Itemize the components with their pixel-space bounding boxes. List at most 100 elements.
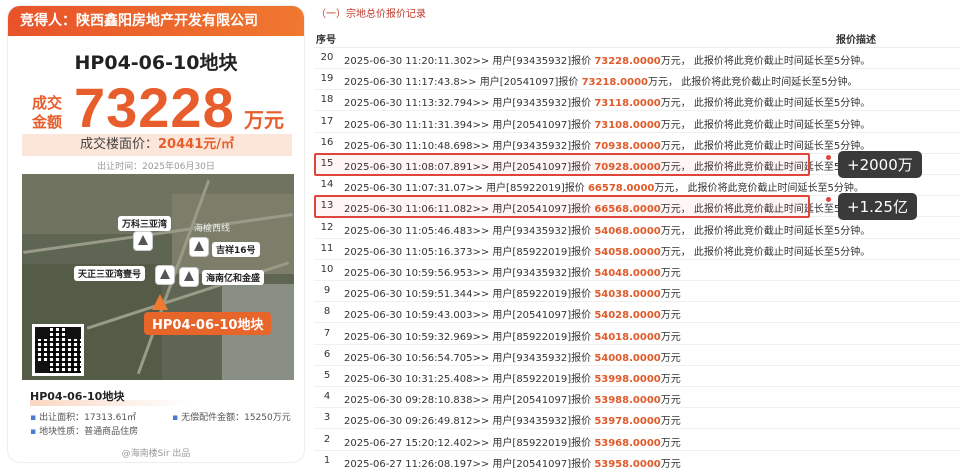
map-pin-icon xyxy=(134,232,152,250)
row-description: 2025-06-30 11:20:11.302>> 用户[93435932]报价… xyxy=(344,52,870,67)
bidder-user: 用户[20541097]报价 xyxy=(492,458,592,468)
header-desc: 报价描述 xyxy=(836,35,876,46)
bid-time: 2025-06-30 11:13:32.794>> xyxy=(344,98,490,110)
row-description: 2025-06-30 10:59:56.953>> 用户[93435932]报价… xyxy=(344,264,681,279)
bid-time: 2025-06-30 10:56:54.705>> xyxy=(344,352,490,364)
row-description: 2025-06-30 09:28:10.838>> 用户[20541097]报价… xyxy=(344,391,681,406)
row-description: 2025-06-30 11:13:32.794>> 用户[93435932]报价… xyxy=(344,94,870,109)
location-map: 万科三亚湾 吉祥16号 天正三亚湾壹号 海南亿和金盛 海榆西线 HP04-06-… xyxy=(22,174,294,380)
row-number: 16 xyxy=(320,136,334,148)
bidder-user: 用户[93435932]报价 xyxy=(492,98,592,110)
plot-title: HP04-06-10地块 xyxy=(74,52,238,74)
map-label: 天正三亚湾壹号 xyxy=(74,266,146,281)
floor-price-row: 成交楼面价：20441元/㎡ xyxy=(22,134,292,156)
bid-suffix: 万元 xyxy=(660,310,681,322)
map-label: 万科三亚湾 xyxy=(118,216,172,231)
table-row: 9 2025-06-30 10:59:51.344>> 用户[85922019]报… xyxy=(314,281,960,303)
map-label: 海南亿和金盛 xyxy=(202,270,265,285)
winning-bidder: 竞得人：陕西鑫阳房地产开发有限公司 xyxy=(8,6,304,36)
bid-suffix: 万元， 此报价将此竞价截止时间延长至5分钟。 xyxy=(648,77,858,89)
table-row: 12 2025-06-30 11:05:46.483>> 用户[93435932]… xyxy=(314,218,960,239)
sale-time: 出让时间：2025年06月30日 xyxy=(97,162,215,172)
bid-suffix: 万元 xyxy=(660,374,681,385)
deal-amount: 73228 xyxy=(74,76,235,139)
table-row: 6 2025-06-30 10:56:54.705>> 用户[93435932]报… xyxy=(314,345,960,366)
info-fee: ▪ 无偿配件金额：15250万元 xyxy=(172,410,291,423)
bid-suffix: 万元， 此报价将此竞价截止时间延长至5分钟。 xyxy=(660,140,871,152)
bid-suffix: 万元 xyxy=(660,352,681,364)
table-row: 11 2025-06-30 11:05:16.373>> 用户[85922019]… xyxy=(314,239,960,260)
increase-tag: +2000万 xyxy=(838,151,922,178)
bid-time: 2025-06-30 11:10:48.698>> xyxy=(344,140,490,152)
map-label: 吉祥16号 xyxy=(212,242,260,257)
bid-time: 2025-06-30 10:59:32.969>> xyxy=(344,331,490,343)
row-number: 6 xyxy=(323,348,331,360)
row-description: 2025-06-30 10:31:25.408>> 用户[85922019]报价… xyxy=(344,370,681,385)
bid-time: 2025-06-27 15:20:12.402>> xyxy=(344,437,490,449)
bid-time: 2025-06-30 11:05:46.483>> xyxy=(344,225,490,237)
table-header: 序号 报价描述 xyxy=(314,26,960,48)
header-no: 序号 xyxy=(316,35,336,46)
table-row: 7 2025-06-30 10:59:32.969>> 用户[85922019]报… xyxy=(314,324,960,345)
bidder-user: 用户[85922019]报价 xyxy=(492,374,592,385)
bidder-user: 用户[93435932]报价 xyxy=(492,225,592,237)
row-description: 2025-06-30 09:26:49.812>> 用户[93435932]报价… xyxy=(344,412,681,427)
bid-amount: 54018.0000 xyxy=(594,331,661,343)
bidder-user: 用户[85922019]报价 xyxy=(492,246,592,258)
table-row: 20 2025-06-30 11:20:11.302>> 用户[93435932]… xyxy=(314,48,960,69)
bid-time: 2025-06-30 11:20:11.302>> xyxy=(344,56,490,67)
bidder-user: 用户[93435932]报价 xyxy=(492,416,592,428)
table-row: 18 2025-06-30 11:13:32.794>> 用户[93435932]… xyxy=(314,90,960,112)
bid-amount: 70938.0000 xyxy=(594,140,661,152)
highlight-box xyxy=(314,195,810,219)
row-number: 10 xyxy=(320,264,334,275)
row-number: 4 xyxy=(323,391,331,403)
bid-time: 2025-06-30 11:17:43.8>> xyxy=(344,77,477,89)
bid-time: 2025-06-30 09:28:10.838>> xyxy=(344,395,490,407)
bid-amount: 54008.0000 xyxy=(594,352,661,364)
info-title: HP04-06-10地块 xyxy=(30,390,125,403)
bidder-user: 用户[85922019]报价 xyxy=(492,289,592,301)
annotation-dot-icon xyxy=(826,155,831,160)
bidder-user: 用户[93435932]报价 xyxy=(492,352,592,364)
bidder-user: 用户[93435932]报价 xyxy=(492,56,592,67)
row-description: 2025-06-30 11:05:16.373>> 用户[85922019]报价… xyxy=(344,243,870,258)
bid-time: 2025-06-30 11:11:31.394>> xyxy=(344,119,490,131)
row-number: 11 xyxy=(320,242,334,254)
publisher-credit: @海南楼Sir 出品 xyxy=(121,449,191,459)
bid-amount: 54058.0000 xyxy=(594,246,661,258)
land-deal-card: 竞得人：陕西鑫阳房地产开发有限公司 HP04-06-10地块 成交金额 7322… xyxy=(8,6,304,462)
bid-time: 2025-06-30 09:26:49.812>> xyxy=(344,416,490,428)
bid-amount: 53998.0000 xyxy=(594,374,661,385)
deal-amount-unit: 万元 xyxy=(244,108,284,132)
row-number: 19 xyxy=(320,73,334,85)
increase-tag: +1.25亿 xyxy=(838,193,917,221)
table-row: 2 2025-06-27 15:20:12.402>> 用户[85922019]报… xyxy=(314,430,960,451)
bidder-user: 用户[85922019]报价 xyxy=(486,183,585,195)
row-number: 9 xyxy=(323,285,331,297)
bid-time: 2025-06-27 11:26:08.197>> xyxy=(344,458,490,468)
bidder-user: 用户[85922019]报价 xyxy=(492,437,592,449)
bidder-user: 用户[93435932]报价 xyxy=(492,268,592,279)
bid-amount: 54048.0000 xyxy=(594,268,661,279)
deal-amount-label: 成交金额 xyxy=(32,94,63,131)
plot-map-label: HP04-06-10地块 xyxy=(144,312,272,335)
row-number: 17 xyxy=(320,115,334,127)
row-description: 2025-06-30 11:05:46.483>> 用户[93435932]报价… xyxy=(344,222,870,237)
bid-amount: 73228.0000 xyxy=(594,56,661,67)
bid-time: 2025-06-30 10:59:43.003>> xyxy=(344,310,490,322)
bid-amount: 66578.0000 xyxy=(587,183,655,195)
bid-suffix: 万元 xyxy=(660,416,681,428)
bid-suffix: 万元 xyxy=(660,395,681,407)
map-road-label: 海榆西线 xyxy=(194,224,231,234)
bid-time: 2025-06-30 10:31:25.408>> xyxy=(344,374,490,385)
bid-amount: 53958.0000 xyxy=(594,458,661,468)
row-description: 2025-06-30 11:17:43.8>> 用户[20541097]报价 7… xyxy=(344,73,858,88)
table-row: 8 2025-06-30 10:59:43.003>> 用户[20541097]报… xyxy=(314,302,960,324)
table-row: 4 2025-06-30 09:28:10.838>> 用户[20541097]报… xyxy=(314,387,960,409)
plot-marker-icon xyxy=(152,294,168,310)
bidder-user: 用户[20541097]报价 xyxy=(479,77,579,89)
row-description: 2025-06-30 10:59:43.003>> 用户[20541097]报价… xyxy=(344,306,681,321)
row-number: 3 xyxy=(323,412,331,424)
row-description: 2025-06-27 11:26:08.197>> 用户[20541097]报价… xyxy=(344,455,681,468)
